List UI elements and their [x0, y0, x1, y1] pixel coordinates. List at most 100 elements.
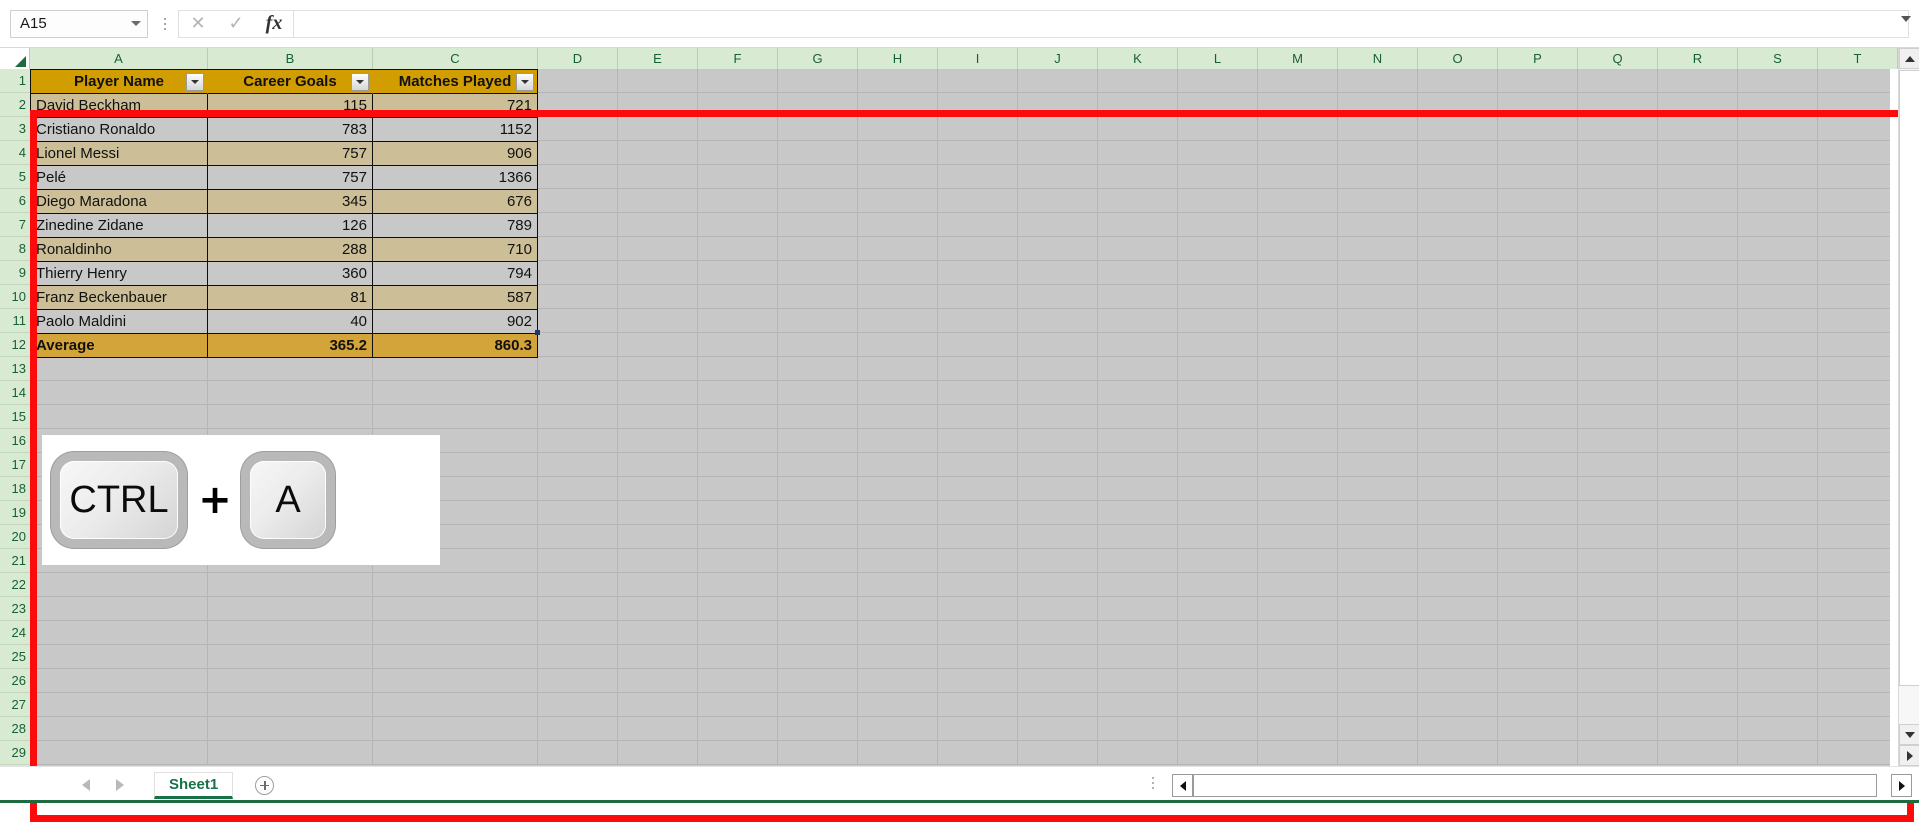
- cell-D4[interactable]: [538, 141, 618, 164]
- row-header-17[interactable]: 17: [0, 453, 30, 477]
- cell-T19[interactable]: [1818, 501, 1890, 524]
- cell-L20[interactable]: [1178, 525, 1258, 548]
- cell-T6[interactable]: [1818, 189, 1890, 212]
- cell-P1[interactable]: [1498, 69, 1578, 92]
- cell-I10[interactable]: [938, 285, 1018, 308]
- table-cell-player[interactable]: Cristiano Ronaldo: [30, 118, 208, 142]
- table-cell-player[interactable]: Diego Maradona: [30, 190, 208, 214]
- row-header-23[interactable]: 23: [0, 597, 30, 621]
- cell-H18[interactable]: [858, 477, 938, 500]
- cell-G13[interactable]: [778, 357, 858, 380]
- cell-O20[interactable]: [1418, 525, 1498, 548]
- row-header-24[interactable]: 24: [0, 621, 30, 645]
- cell-J15[interactable]: [1018, 405, 1098, 428]
- cell-H16[interactable]: [858, 429, 938, 452]
- cell-M18[interactable]: [1258, 477, 1338, 500]
- cell-I28[interactable]: [938, 717, 1018, 740]
- cell-A23[interactable]: [30, 597, 208, 620]
- column-header-R[interactable]: R: [1658, 48, 1738, 69]
- cell-I19[interactable]: [938, 501, 1018, 524]
- cell-H27[interactable]: [858, 693, 938, 716]
- cell-O7[interactable]: [1418, 213, 1498, 236]
- cell-M15[interactable]: [1258, 405, 1338, 428]
- cell-L14[interactable]: [1178, 381, 1258, 404]
- cell-O27[interactable]: [1418, 693, 1498, 716]
- cell-K24[interactable]: [1098, 621, 1178, 644]
- cell-E6[interactable]: [618, 189, 698, 212]
- cell-Q8[interactable]: [1578, 237, 1658, 260]
- cell-M11[interactable]: [1258, 309, 1338, 332]
- cell-D28[interactable]: [538, 717, 618, 740]
- cell-G25[interactable]: [778, 645, 858, 668]
- cell-G10[interactable]: [778, 285, 858, 308]
- cell-S4[interactable]: [1738, 141, 1818, 164]
- cell-J21[interactable]: [1018, 549, 1098, 572]
- cell-F18[interactable]: [698, 477, 778, 500]
- cell-G7[interactable]: [778, 213, 858, 236]
- cell-J16[interactable]: [1018, 429, 1098, 452]
- cell-J4[interactable]: [1018, 141, 1098, 164]
- cell-S6[interactable]: [1738, 189, 1818, 212]
- cell-K16[interactable]: [1098, 429, 1178, 452]
- column-header-J[interactable]: J: [1018, 48, 1098, 69]
- cell-H11[interactable]: [858, 309, 938, 332]
- cell-R9[interactable]: [1658, 261, 1738, 284]
- cell-G6[interactable]: [778, 189, 858, 212]
- cell-S22[interactable]: [1738, 573, 1818, 596]
- cell-L6[interactable]: [1178, 189, 1258, 212]
- cell-J7[interactable]: [1018, 213, 1098, 236]
- row-header-8[interactable]: 8: [0, 237, 30, 261]
- cell-O3[interactable]: [1418, 117, 1498, 140]
- cell-H10[interactable]: [858, 285, 938, 308]
- cell-K27[interactable]: [1098, 693, 1178, 716]
- split-handle-icon[interactable]: [1899, 745, 1919, 766]
- cell-Q29[interactable]: [1578, 741, 1658, 764]
- column-header-P[interactable]: P: [1498, 48, 1578, 69]
- cell-H12[interactable]: [858, 333, 938, 356]
- cell-G28[interactable]: [778, 717, 858, 740]
- cell-M14[interactable]: [1258, 381, 1338, 404]
- cell-T23[interactable]: [1818, 597, 1890, 620]
- cell-M3[interactable]: [1258, 117, 1338, 140]
- cell-J1[interactable]: [1018, 69, 1098, 92]
- cell-N18[interactable]: [1338, 477, 1418, 500]
- cell-P4[interactable]: [1498, 141, 1578, 164]
- cell-M17[interactable]: [1258, 453, 1338, 476]
- table-header-cell[interactable]: Matches Played: [373, 70, 538, 94]
- cell-C24[interactable]: [373, 621, 538, 644]
- cell-E1[interactable]: [618, 69, 698, 92]
- cell-L19[interactable]: [1178, 501, 1258, 524]
- cell-B13[interactable]: [208, 357, 373, 380]
- cell-M9[interactable]: [1258, 261, 1338, 284]
- cell-M21[interactable]: [1258, 549, 1338, 572]
- cell-E10[interactable]: [618, 285, 698, 308]
- cell-O18[interactable]: [1418, 477, 1498, 500]
- cell-D24[interactable]: [538, 621, 618, 644]
- cell-I17[interactable]: [938, 453, 1018, 476]
- table-cell-goals[interactable]: 81: [208, 286, 373, 310]
- cell-T20[interactable]: [1818, 525, 1890, 548]
- cell-F15[interactable]: [698, 405, 778, 428]
- cell-S18[interactable]: [1738, 477, 1818, 500]
- cell-E19[interactable]: [618, 501, 698, 524]
- cell-Q21[interactable]: [1578, 549, 1658, 572]
- cell-N6[interactable]: [1338, 189, 1418, 212]
- row-header-14[interactable]: 14: [0, 381, 30, 405]
- cell-P11[interactable]: [1498, 309, 1578, 332]
- cell-K8[interactable]: [1098, 237, 1178, 260]
- cell-E8[interactable]: [618, 237, 698, 260]
- cell-E22[interactable]: [618, 573, 698, 596]
- cell-N29[interactable]: [1338, 741, 1418, 764]
- cell-P2[interactable]: [1498, 93, 1578, 116]
- cell-A25[interactable]: [30, 645, 208, 668]
- table-total-label[interactable]: Average: [30, 334, 208, 358]
- table-cell-goals[interactable]: 757: [208, 142, 373, 166]
- cell-S28[interactable]: [1738, 717, 1818, 740]
- cell-N11[interactable]: [1338, 309, 1418, 332]
- cell-R22[interactable]: [1658, 573, 1738, 596]
- cell-R29[interactable]: [1658, 741, 1738, 764]
- select-all-corner[interactable]: [0, 48, 30, 69]
- cell-T29[interactable]: [1818, 741, 1890, 764]
- cell-J19[interactable]: [1018, 501, 1098, 524]
- cell-S21[interactable]: [1738, 549, 1818, 572]
